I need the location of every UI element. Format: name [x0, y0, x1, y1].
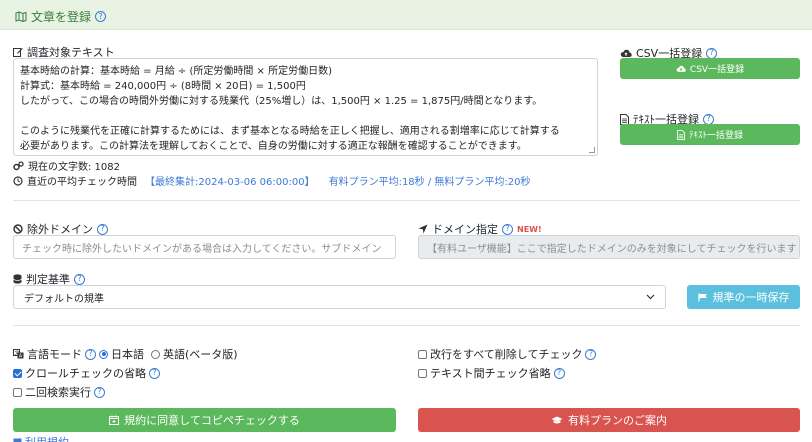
target-text-area[interactable]: 基本時給の計算：基本時給 = 月給 ÷ (所定労働時間 × 所定労働日数) 計算…: [13, 58, 598, 156]
text-line: したがって、この場合の時間外労働に対する残業代（25%増し）は、1,500円 ×…: [20, 96, 543, 107]
avg-time-label: 直近の平均チェック時間: [27, 177, 137, 188]
save-criteria-label: 規準の一時保存: [712, 291, 790, 304]
svg-text:A: A: [19, 354, 23, 359]
help-icon[interactable]: ?: [553, 367, 565, 379]
remove-newlines-checkbox[interactable]: [418, 349, 427, 359]
file-text-icon: [620, 113, 629, 125]
paid-plan-label: 有料プランのご案内: [568, 414, 667, 427]
help-icon[interactable]: ?: [94, 386, 105, 398]
crawl-skip-row: クロールチェックの省略 ?: [13, 365, 160, 381]
text-skip-row: テキスト間チェック省略 ?: [418, 365, 565, 381]
help-icon[interactable]: ?: [97, 223, 108, 235]
chevron-down-icon: [646, 294, 655, 300]
header-title: 文章を登録 ?: [15, 8, 107, 25]
clock-icon: [13, 175, 23, 186]
avg-time-plans: 有料プラン平均:18秒 / 無料プラン平均:20秒: [328, 177, 531, 188]
text-bulk-upload-button[interactable]: ﾃｷｽﾄ一括登録: [620, 124, 800, 145]
edit-icon: [13, 47, 23, 57]
avg-time-row: 直近の平均チェック時間 【最終集計:2024-03-06 06:00:00】 有…: [13, 173, 531, 188]
help-icon[interactable]: ?: [85, 348, 96, 360]
lang-en-radio[interactable]: [151, 349, 160, 359]
text-line: 計算式：基本時給 = 240,000円 ÷ (8時間 × 20日) = 1,50…: [20, 81, 306, 92]
help-icon[interactable]: ?: [149, 367, 160, 379]
criteria-select[interactable]: デフォルトの規準: [13, 285, 666, 309]
csv-button-label: CSV一括登録: [689, 65, 745, 75]
database-icon: [13, 274, 22, 284]
exclude-domain-placeholder: チェック時に除外したいドメインがある場合は入力してください。サブドメイン: [22, 243, 382, 255]
csv-upload-button[interactable]: CSV一括登録: [620, 58, 800, 79]
agree-check-label: 規約に同意してコピペチェックする: [124, 414, 300, 427]
location-arrow-icon: [418, 224, 428, 234]
resize-handle[interactable]: [589, 147, 595, 153]
help-icon[interactable]: ?: [585, 348, 597, 360]
lang-ja-label[interactable]: 日本語: [111, 346, 144, 362]
help-icon[interactable]: ?: [706, 47, 718, 59]
graduation-cap-icon: [551, 416, 563, 425]
help-icon[interactable]: ?: [703, 113, 714, 125]
avg-time-stat: 【最終集計:2024-03-06 06:00:00】: [145, 177, 315, 188]
crawl-skip-label[interactable]: クロールチェックの省略: [25, 365, 146, 381]
help-icon[interactable]: ?: [74, 273, 85, 285]
criteria-selected: デフォルトの規準: [24, 293, 104, 305]
help-icon[interactable]: ?: [95, 11, 107, 22]
remove-newlines-label[interactable]: 改行をすべて削除してチェック: [430, 346, 582, 362]
domain-spec-input[interactable]: 【有料ユーザ機能】ここで指定したドメインのみを対象にしてチェックを行います: [418, 235, 800, 259]
double-search-label[interactable]: 二回検索実行: [25, 384, 91, 400]
char-count: 現在の文字数: 1082: [28, 162, 120, 173]
exclude-domain-input[interactable]: チェック時に除外したいドメインがある場合は入力してください。サブドメイン: [13, 235, 396, 259]
cogs-icon: [13, 160, 24, 171]
text-line: このように残業代を正確に計算するためには、まず基本となる時給を正しく把握し、適用…: [20, 126, 560, 137]
text-skip-label[interactable]: テキスト間チェック省略: [430, 365, 551, 381]
language-mode-label: 言語モード: [27, 348, 82, 361]
language-icon: 文A: [13, 349, 24, 359]
divider: [13, 325, 800, 326]
remove-newlines-row: 改行をすべて削除してチェック ?: [418, 346, 597, 362]
help-icon[interactable]: ?: [502, 223, 513, 235]
map-icon: [15, 11, 27, 22]
terms-link-label[interactable]: 利用規約: [25, 434, 69, 442]
text-line: 基本時給の計算：基本時給 = 月給 ÷ (所定労働時間 × 所定労働日数): [20, 66, 333, 77]
divider: [13, 200, 800, 201]
new-badge: NEW!: [517, 224, 542, 234]
agree-check-button[interactable]: 規約に同意してコピペチェックする: [13, 408, 396, 432]
page-header: [0, 0, 812, 30]
text-bulk-button-label: ﾃｷｽﾄ一括登録: [688, 131, 743, 141]
terms-link[interactable]: 利用規約: [13, 434, 69, 442]
file-text-icon: [676, 129, 685, 140]
double-search-row: 二回検索実行 ?: [13, 384, 105, 400]
lang-ja-radio[interactable]: [99, 349, 108, 359]
char-count-row: 現在の文字数: 1082: [13, 158, 120, 173]
lang-en-label[interactable]: 英語(ベータ版): [163, 346, 238, 362]
text-line: [20, 109, 591, 124]
cloud-upload-icon: [676, 65, 686, 73]
crawl-skip-checkbox[interactable]: [13, 368, 22, 378]
cloud-upload-icon: [620, 49, 632, 58]
domain-spec-placeholder: 【有料ユーザ機能】ここで指定したドメインのみを対象にしてチェックを行います: [427, 243, 797, 255]
text-skip-checkbox[interactable]: [418, 368, 427, 378]
text-line: 必要があります。この計算法を理解しておくことで、自身の労働に対する適正な報酬を確…: [20, 141, 527, 152]
book-icon: [13, 438, 22, 442]
save-criteria-button[interactable]: 規準の一時保存: [687, 285, 800, 309]
paid-plan-button[interactable]: 有料プランのご案内: [418, 408, 800, 432]
language-mode-row: 文A 言語モード ? 日本語 英語(ベータ版): [13, 346, 238, 362]
page-title: 文章を登録: [31, 10, 92, 24]
calendar-check-icon: [109, 415, 120, 425]
double-search-checkbox[interactable]: [13, 387, 22, 397]
ban-icon: [13, 224, 23, 234]
flag-icon: [697, 293, 708, 302]
